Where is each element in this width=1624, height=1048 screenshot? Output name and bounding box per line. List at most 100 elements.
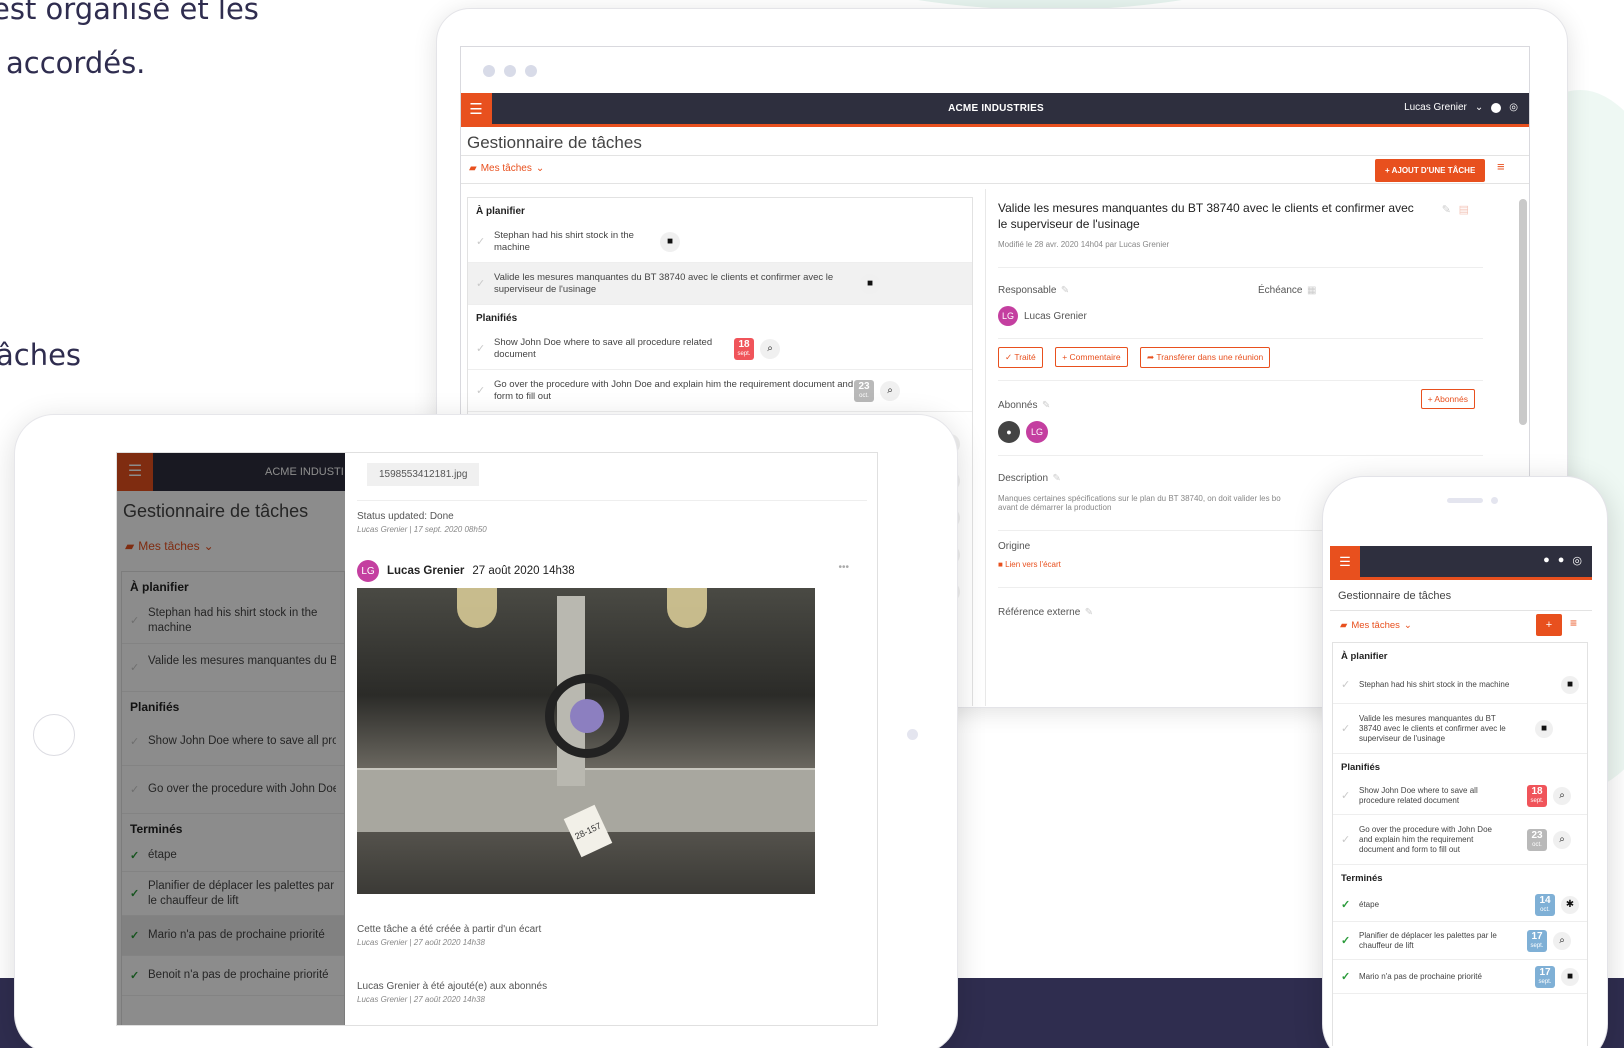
valve-hub-icon — [570, 699, 604, 733]
attachment-file[interactable]: 1598553412181.jpg — [367, 463, 480, 486]
my-tasks-dropdown[interactable]: ▰ Mes tâches ⌄ — [469, 163, 544, 174]
user-menu[interactable]: Lucas Grenier ⌄ ◎ — [1404, 102, 1518, 113]
post-author: Lucas Grenier — [387, 565, 465, 577]
responsable-label: Responsable — [998, 285, 1057, 297]
check-icon[interactable]: ✓ — [476, 235, 494, 248]
my-tasks-label[interactable]: Mes tâches — [1351, 620, 1400, 631]
avatar: LG — [357, 560, 379, 582]
task-text: Go over the procedure with John Doe and … — [1359, 824, 1492, 854]
task-row[interactable]: ✓ Show John Doe where to save all proced… — [468, 328, 972, 370]
add-subscriber-button[interactable]: + Abonnés — [1420, 389, 1475, 410]
done-button[interactable]: ✓ Traité — [998, 347, 1043, 369]
search-icon[interactable]: ⌕ — [1553, 830, 1571, 849]
date-month: oct. — [1540, 906, 1550, 913]
broadcast-icon[interactable]: ◎ — [1509, 102, 1518, 113]
tablet-task-list: ☰ ACME INDUSTI Gestionnaire de tâches ▰ M… — [117, 453, 345, 1025]
add-task-button[interactable]: + — [1536, 614, 1562, 636]
calendar-icon[interactable]: ▦ — [1307, 285, 1316, 296]
gear-icon[interactable]: ✱ — [1561, 895, 1579, 914]
search-icon[interactable]: ⌕ — [880, 380, 900, 401]
due-date-badge: 17 sept. — [1535, 965, 1555, 988]
divider — [998, 380, 1483, 382]
folder-icon[interactable]: ■ — [860, 273, 880, 294]
add-task-button[interactable]: + AJOUT D'UNE TÂCHE — [1375, 159, 1486, 182]
edit-icon[interactable]: ✎ — [1042, 400, 1050, 411]
origine-link-label[interactable]: Lien vers l'écart — [1005, 560, 1061, 569]
task-row[interactable]: ✓ étape 14 oct. ✱ — [1333, 888, 1587, 922]
avatar[interactable]: LG — [1026, 421, 1048, 444]
comment-button[interactable]: + Commentaire — [1055, 347, 1128, 368]
due-date-badge: 23 oct. — [1527, 828, 1547, 851]
transfer-button[interactable]: ➦ Transférer dans une réunion — [1140, 347, 1271, 369]
divider — [357, 500, 867, 501]
task-row[interactable]: ✓ Stephan had his shirt stock in the mac… — [468, 221, 972, 263]
menu-icon[interactable]: ☰ — [1330, 546, 1360, 577]
check-icon[interactable]: ✓ — [1341, 934, 1359, 947]
check-icon[interactable]: ✓ — [1341, 833, 1359, 846]
search-icon[interactable]: ⌕ — [760, 338, 780, 359]
due-date-badge: 18 sept. — [734, 337, 754, 360]
detail-scrollbar[interactable] — [1519, 199, 1527, 425]
filter-icon[interactable]: ≡ — [1497, 159, 1505, 174]
post-photo[interactable]: 28-157 — [357, 588, 815, 894]
tablet-home-button — [33, 714, 75, 756]
task-row-selected[interactable]: ✓ Valide les mesures manquantes du BT 38… — [468, 263, 972, 305]
folder-icon[interactable]: ■ — [660, 231, 680, 252]
edit-icon[interactable]: ✎ — [1442, 203, 1451, 216]
user-name[interactable]: Lucas Grenier — [1404, 102, 1467, 113]
task-row[interactable]: ✓ Go over the procedure with John Doe an… — [468, 370, 972, 412]
check-icon[interactable]: ✓ — [1341, 970, 1359, 983]
date-day: 14 — [1539, 894, 1551, 906]
more-options-icon[interactable]: ••• — [838, 562, 849, 573]
reference-label: Référence externe — [998, 607, 1081, 619]
task-row[interactable]: ✓Go over the procedure with John Doe and… — [1333, 815, 1587, 865]
check-icon[interactable]: ✓ — [1341, 789, 1359, 802]
chevron-down-icon: ⌄ — [1403, 620, 1412, 631]
my-tasks-label[interactable]: Mes tâches — [481, 163, 532, 174]
folder-icon[interactable]: ■ — [1561, 967, 1579, 986]
post-header: LG Lucas Grenier 27 août 2020 14h38 ••• — [357, 560, 867, 582]
task-text: Show John Doe where to save all procedur… — [1359, 785, 1478, 805]
echeance-field: Échéance ▦ — [1258, 280, 1316, 326]
folder-icon[interactable]: ■ — [1535, 719, 1553, 738]
date-day: 17 — [1539, 966, 1551, 978]
status-dot-icon[interactable] — [1491, 102, 1502, 113]
search-icon[interactable]: ⌕ — [1553, 786, 1571, 805]
trash-icon[interactable]: ▤ — [1459, 203, 1469, 216]
task-row[interactable]: ✓Show John Doe where to save all procedu… — [1333, 777, 1587, 815]
search-icon[interactable]: ⌕ — [1553, 931, 1571, 950]
task-text: Valide les mesures manquantes du BT 3874… — [1359, 713, 1506, 743]
phone-user-icons: ● ● ◎ — [1543, 554, 1582, 567]
echeance-label: Échéance — [1258, 285, 1303, 297]
edit-icon[interactable]: ✎ — [1085, 607, 1093, 618]
check-icon[interactable]: ✓ — [1341, 678, 1359, 691]
lamp-icon — [667, 588, 707, 628]
task-row[interactable]: ✓Valide les mesures manquantes du BT 387… — [1333, 704, 1587, 754]
abonnes-label: Abonnés — [998, 400, 1038, 412]
my-tasks-dropdown[interactable]: ▰ Mes tâches ⌄ — [1340, 620, 1412, 631]
detail-modified: Modifié le 28 avr. 2020 14h04 par Lucas … — [998, 240, 1170, 250]
check-icon[interactable]: ✓ — [1341, 898, 1359, 911]
task-row[interactable]: ✓ Planifier de déplacer les palettes par … — [1333, 922, 1587, 960]
check-icon[interactable]: ✓ — [476, 384, 494, 397]
phone-camera — [1491, 497, 1498, 504]
avatar[interactable]: ● — [998, 421, 1020, 444]
task-row[interactable]: ✓ Mario n'a pas de prochaine priorité 17 se… — [1333, 960, 1587, 994]
edit-icon[interactable]: ✎ — [1061, 285, 1069, 296]
section-planned: Planifiés — [1341, 762, 1381, 773]
status-dot-icon[interactable]: ● — [1558, 554, 1565, 567]
broadcast-icon[interactable]: ◎ — [1572, 554, 1582, 567]
check-icon[interactable]: ✓ — [476, 342, 494, 355]
filter-icon[interactable]: ≡ — [1570, 616, 1577, 630]
folder-icon[interactable]: ■ — [1561, 675, 1579, 694]
check-icon[interactable]: ✓ — [476, 277, 494, 290]
divider — [461, 183, 1529, 184]
section-plan: À planifier — [1341, 651, 1388, 662]
edit-icon[interactable]: ✎ — [1052, 473, 1060, 484]
user-icon[interactable]: ● — [1543, 554, 1550, 567]
task-row[interactable]: ✓ Stephan had his shirt stock in the mach… — [1333, 666, 1587, 704]
task-text: Valide les mesures manquantes du BT 3874… — [494, 271, 834, 295]
responsable-value[interactable]: LG Lucas Grenier — [998, 306, 1258, 327]
overlay-shade[interactable] — [117, 453, 345, 1025]
check-icon[interactable]: ✓ — [1341, 722, 1359, 735]
